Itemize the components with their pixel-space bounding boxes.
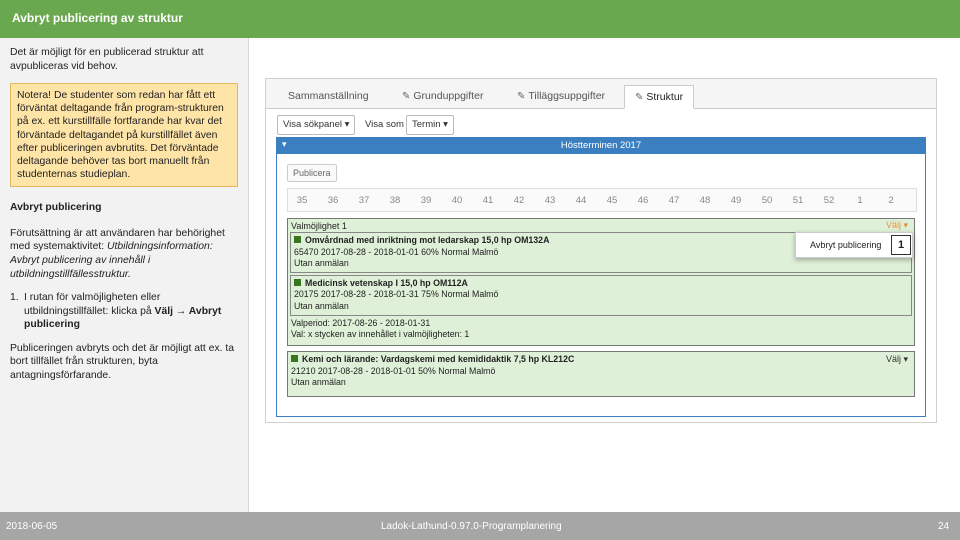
week-number: 1 (857, 195, 863, 206)
week-number: 45 (606, 195, 618, 206)
caret-down-icon: ▾ (443, 119, 448, 130)
collapse-icon: ▾ (282, 139, 287, 149)
instructions-panel: Det är möjligt för en publicerad struktu… (0, 38, 249, 512)
caret-down-icon: ▾ (344, 119, 350, 130)
footer-document: Ladok-Lathund-0.97.0-Programplanering (381, 521, 562, 532)
notice-box: Notera! De studenter som redan har fått … (10, 83, 238, 188)
week-number: 47 (668, 195, 680, 206)
week-number: 52 (823, 195, 835, 206)
step-text: I rutan för valmöjligheten eller utbildn… (24, 292, 222, 331)
course-icon (294, 278, 301, 286)
step-marker: 1 (891, 235, 911, 255)
week-number: 50 (761, 195, 773, 206)
week-number: 49 (730, 195, 742, 206)
course-icon (291, 355, 298, 362)
pencil-icon: ✎ (402, 91, 411, 102)
ladok-screenshot: Sammanställning ✎ Grunduppgifter ✎ Tillägg… (265, 78, 937, 423)
footer-date: 2018-06-05 (6, 521, 58, 532)
slide-title: Avbryt publicering av struktur (0, 0, 960, 38)
caret-down-icon: ▾ (903, 220, 908, 230)
choose-menu[interactable]: Välj ▾ (886, 220, 908, 231)
prerequisite-text: Förutsättning är att användaren har behö… (10, 227, 225, 280)
tab-sammanstallning[interactable]: Sammanställning (278, 85, 379, 109)
intro-text: Det är möjligt för en publicerad struktu… (10, 47, 204, 72)
week-number: 37 (358, 195, 370, 206)
footer-page-number: 24 (938, 521, 950, 532)
pencil-icon: ✎ (517, 91, 526, 102)
week-number: 51 (792, 195, 804, 206)
course-card[interactable]: Välj ▾ Kemi och lärande: Vardagskemi med… (288, 352, 914, 391)
view-select[interactable]: Visa sökpanel ▾ (277, 115, 356, 135)
week-number: 40 (451, 195, 463, 206)
course-icon (294, 236, 301, 243)
publish-button[interactable]: Publicera (287, 164, 337, 182)
show-as-select[interactable]: Termin ▾ (406, 115, 454, 135)
section-heading: Avbryt publicering (10, 202, 102, 214)
structure-panel: ▾ Höstterminen 2017 Publicera 35 36 37 38 39 4… (276, 137, 926, 417)
week-number: 38 (389, 195, 401, 206)
term-header[interactable]: ▾ Höstterminen 2017 (277, 138, 925, 154)
tab-struktur[interactable]: ✎ Struktur (624, 85, 695, 109)
group-title: Valmöjlighet 1 (291, 221, 347, 231)
week-number: 39 (420, 195, 432, 206)
week-number: 41 (482, 195, 494, 206)
course-group-2: Välj ▾ Kemi och lärande: Vardagskemi med… (287, 351, 915, 397)
group-header: Valmöjlighet 1 Välj ▾ (288, 219, 914, 232)
week-number: 36 (327, 195, 339, 206)
footer: 2018-06-05 Ladok-Lathund-0.97.0-Programp… (0, 512, 960, 540)
week-number: 42 (513, 195, 525, 206)
week-number: 46 (637, 195, 649, 206)
tab-bar: Sammanställning ✎ Grunduppgifter ✎ Tillägg… (266, 79, 936, 109)
week-number: 35 (296, 195, 308, 206)
week-number: 43 (544, 195, 556, 206)
week-number: 44 (575, 195, 587, 206)
step-number: 1. (10, 292, 19, 304)
pencil-icon: ✎ (635, 92, 644, 103)
tab-grunduppgifter[interactable]: ✎ Grunduppgifter (392, 85, 493, 109)
tab-tillaggsuppgifter[interactable]: ✎ Tilläggsuppgifter (507, 85, 615, 109)
choose-menu[interactable]: Välj ▾ (886, 354, 908, 366)
course-card[interactable]: Medicinsk vetenskap I 15,0 hp OM112A 201… (290, 274, 912, 316)
step-1: 1. I rutan för valmöjligheten eller utbi… (10, 291, 238, 332)
week-number: 48 (699, 195, 711, 206)
group-meta: Valperiod: 2017-08-26 - 2018-01-31 Val: … (291, 317, 470, 340)
week-row: 35 36 37 38 39 40 41 42 43 44 45 46 47 48 49 50 51 52 1 2 (287, 188, 917, 212)
caret-down-icon: ▾ (903, 354, 908, 364)
result-text: Publiceringen avbryts och det är möjligt… (10, 342, 235, 381)
show-as-label: Visa som (365, 119, 404, 130)
week-number: 2 (888, 195, 894, 206)
